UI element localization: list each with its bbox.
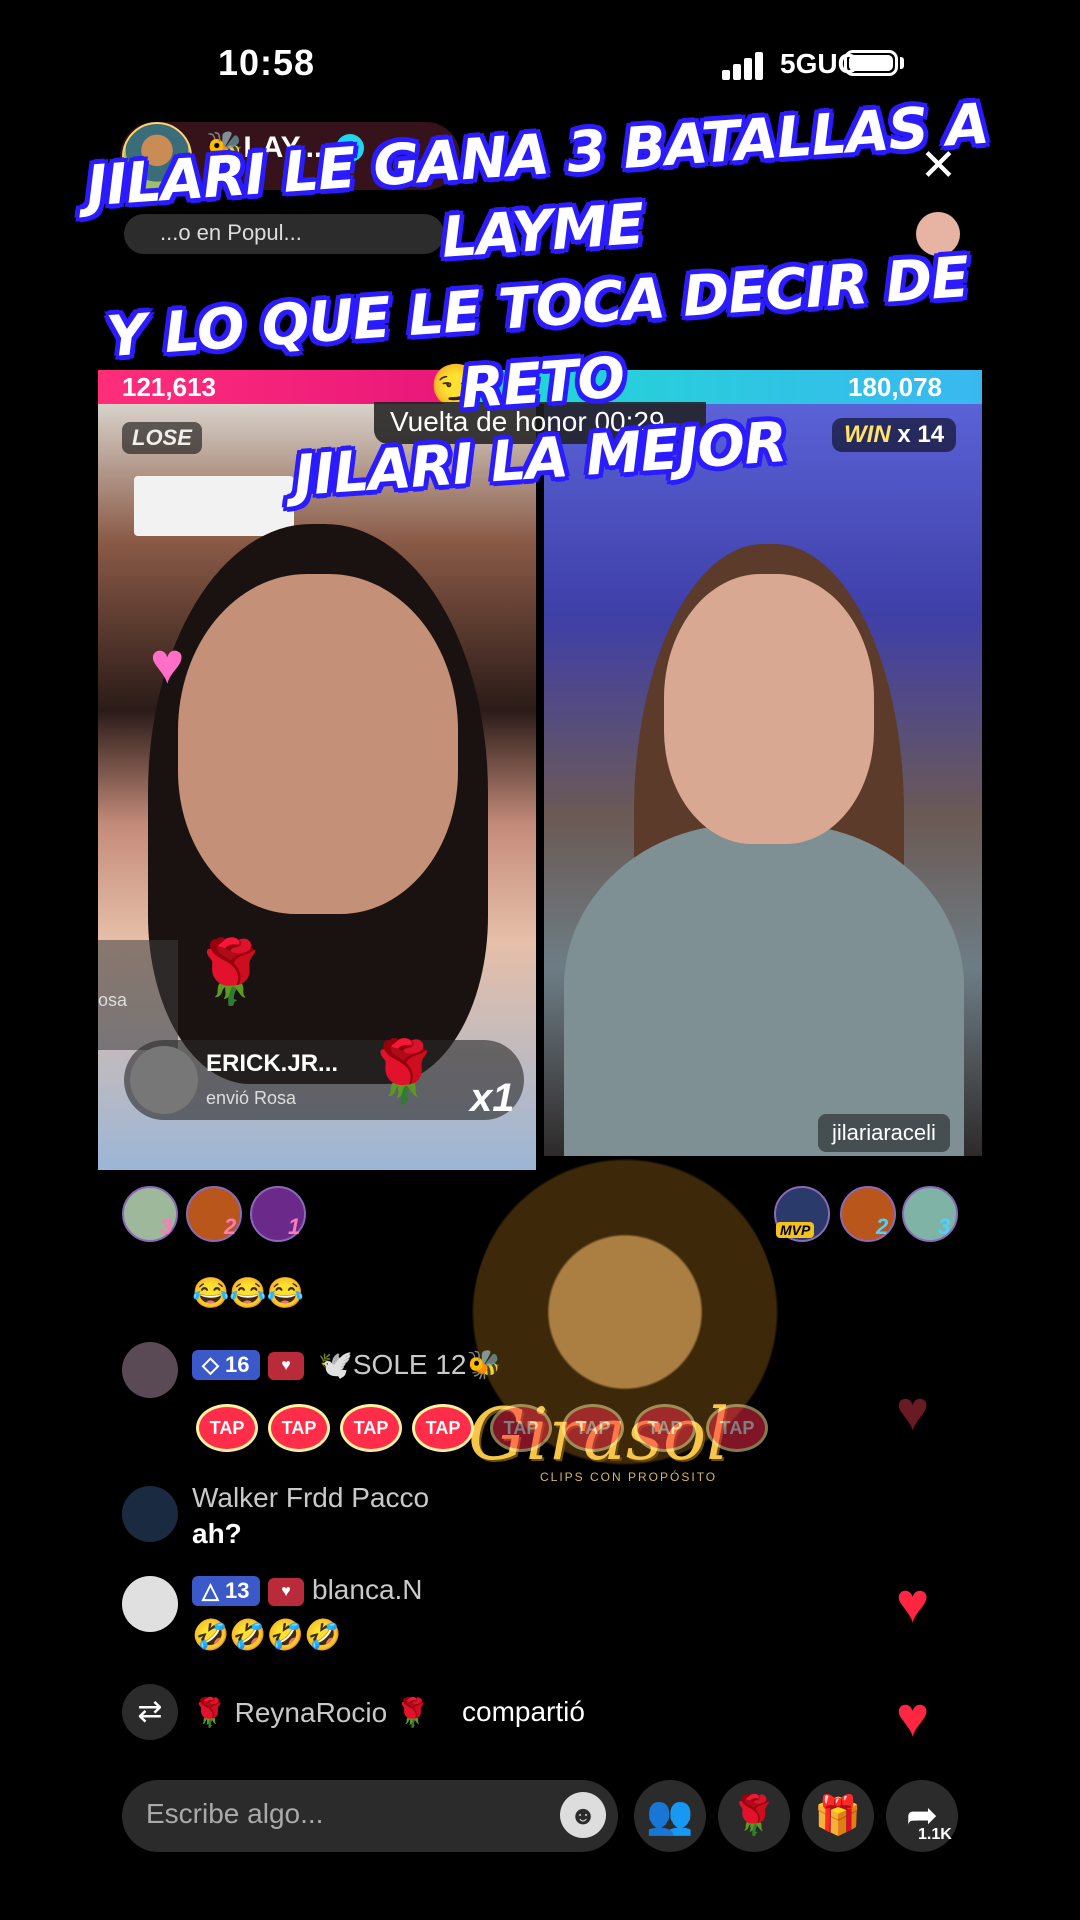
chat-message: compartió [462,1696,585,1727]
gifter-rank: 2 [876,1214,889,1239]
video-right-stream[interactable] [544,404,982,1156]
tap-emote: TAP [412,1404,474,1452]
gift-icon[interactable]: 🎁 [802,1780,874,1852]
gifter-rank: 3 [938,1214,951,1239]
level-badge: △ 13 [192,1576,260,1606]
gift-sender-avatar [130,1046,198,1114]
tap-emote: TAP [340,1404,402,1452]
gift-sender-name: ERICK.JR... [206,1050,339,1077]
gifter-rank: 1 [288,1214,301,1239]
tap-emote: TAP [562,1404,624,1452]
tap-emote: TAP [268,1404,330,1452]
comment-placeholder: Escribe algo... [146,1798,324,1829]
person-face [664,574,874,844]
chat-username[interactable]: blanca.N [312,1574,423,1606]
status-time: 10:58 [218,42,316,83]
rose-gift-icon[interactable]: 🌹 [718,1780,790,1852]
chat-avatar[interactable] [122,1342,178,1398]
signal-icon [722,50,766,80]
gift-count: x1 [470,1076,515,1120]
gift-rose-icon: 🌹 [366,1038,441,1105]
emoji-icon[interactable]: ☻ [560,1792,606,1838]
tap-emote: TAP [634,1404,696,1452]
fan-badge-icon: ♥ [268,1352,304,1380]
multi-guest-icon[interactable]: 👥 [634,1780,706,1852]
like-heart-icon[interactable]: ♥ [896,1684,929,1749]
level-value: 13 [225,1578,250,1603]
level-badge: ◇ 16 [192,1350,260,1380]
rose-icon: 🌹 [192,938,270,1007]
tap-emote: TAP [490,1404,552,1452]
watermark-subtitle: CLIPS CON PROPÓSITO [540,1470,718,1484]
video-caption: JILARI LE GANA 3 BATALLAS A LAYME Y LO Q… [40,92,1040,509]
gifter-rank: 3 [160,1214,173,1239]
tap-emote: TAP [196,1404,258,1452]
like-heart-icon[interactable]: ♥ [896,1570,929,1635]
person-face [178,574,458,914]
share-count: 1.1K [918,1826,952,1843]
chat-avatar[interactable] [122,1576,178,1632]
chat-message: 😂😂😂 [192,1277,305,1310]
fan-badge-icon: ♥ [268,1578,304,1606]
level-value: 16 [225,1352,250,1377]
chat-username[interactable]: 🕊️SOLE 12🐝 [318,1348,501,1381]
tap-emote: TAP [706,1404,768,1452]
right-streamer-username[interactable]: jilariaraceli [818,1114,950,1152]
chat-message: 🤣🤣🤣🤣 [192,1619,342,1652]
side-gift-label: osa [98,990,128,1010]
battery-tip [900,57,904,69]
gift-action: envió Rosa [206,1088,297,1108]
gifter-rank: MVP [776,1222,815,1238]
chat-message: ah? [192,1518,242,1549]
gifter-rank: 2 [224,1214,237,1239]
chat-username[interactable]: 🌹 ReynaRocio 🌹 [192,1696,430,1729]
battery-icon [844,50,898,76]
share-repost-icon: ⇄ [122,1684,178,1740]
person-body [564,824,964,1156]
chat-username[interactable]: Walker Frdd Pacco [192,1482,429,1514]
chat-avatar[interactable] [122,1486,178,1542]
heart-effect-icon: ♥ [150,631,185,696]
like-heart-icon[interactable]: ♥ [896,1378,929,1443]
